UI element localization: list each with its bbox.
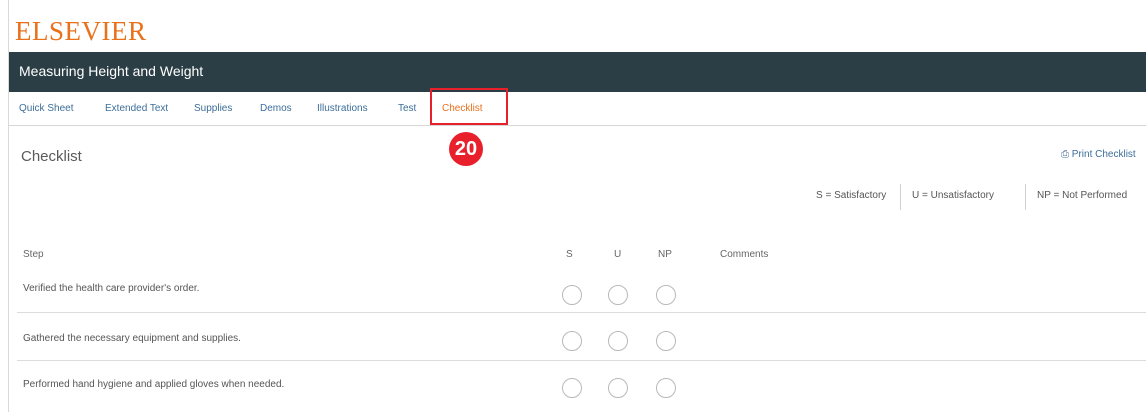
print-icon: ⎙ [1061,149,1072,160]
row-divider [17,360,1146,361]
radio-not-performed[interactable] [656,331,676,351]
annotation-callout-badge: 20 [449,132,483,166]
tab-demos[interactable]: Demos [260,103,292,114]
tab-illustrations[interactable]: Illustrations [317,103,368,114]
legend-divider [1025,184,1026,210]
logo-bar: ELSEVIER [9,0,1146,52]
print-checklist-link[interactable]: ⎙ Print Checklist [1061,149,1136,160]
legend-divider [900,184,901,210]
tab-quick-sheet[interactable]: Quick Sheet [19,103,73,114]
row-step-text: Gathered the necessary equipment and sup… [23,333,241,344]
page-title: Measuring Height and Weight [19,63,204,79]
row-step-text: Performed hand hygiene and applied glove… [23,379,285,390]
radio-not-performed[interactable] [656,285,676,305]
row-divider [17,312,1146,313]
legend-unsatisfactory: U = Unsatisfactory [912,190,994,201]
title-bar: Measuring Height and Weight [9,52,1146,92]
column-header-np: NP [658,249,672,260]
tab-test[interactable]: Test [398,103,416,114]
column-header-step: Step [23,249,44,260]
tab-bar: Quick Sheet Extended Text Supplies Demos… [9,92,1146,126]
radio-unsatisfactory[interactable] [608,378,628,398]
radio-satisfactory[interactable] [562,331,582,351]
tab-supplies[interactable]: Supplies [194,103,232,114]
radio-satisfactory[interactable] [562,378,582,398]
tab-extended-text[interactable]: Extended Text [105,103,168,114]
app-frame: ELSEVIER Measuring Height and Weight Qui… [8,0,1146,412]
annotation-highlight-box [430,88,508,125]
radio-not-performed[interactable] [656,378,676,398]
radio-satisfactory[interactable] [562,285,582,305]
legend-satisfactory: S = Satisfactory [816,190,887,201]
column-header-comments: Comments [720,249,769,260]
column-header-u: U [614,249,622,260]
section-title: Checklist [21,148,82,165]
radio-unsatisfactory[interactable] [608,285,628,305]
print-checklist-label: Print Checklist [1071,149,1136,160]
column-header-s: S [566,249,573,260]
radio-unsatisfactory[interactable] [608,331,628,351]
elsevier-logo: ELSEVIER [15,16,147,46]
legend-not-performed: NP = Not Performed [1037,190,1128,201]
row-step-text: Verified the health care provider's orde… [23,283,200,294]
